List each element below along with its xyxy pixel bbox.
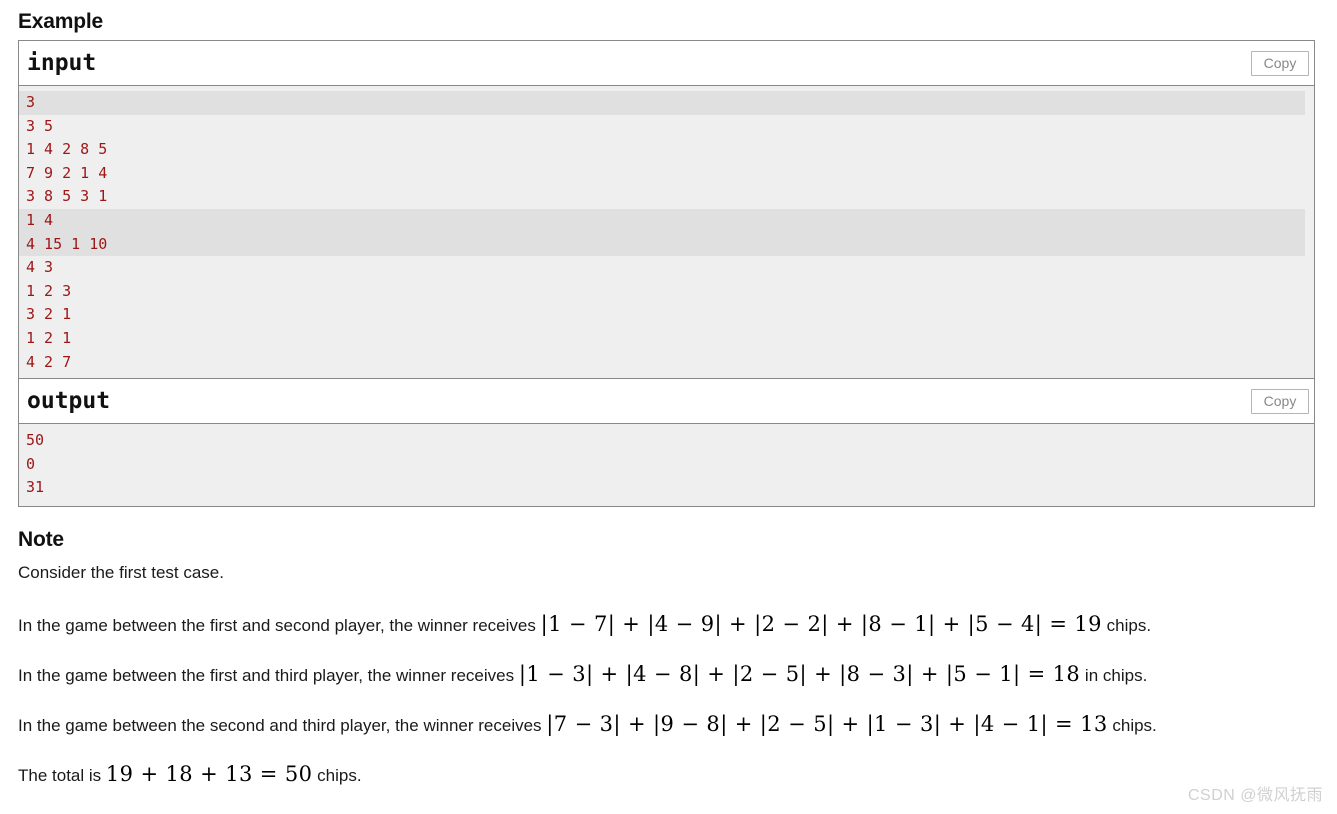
note-total-math: 19 + 18 + 13 = 50 xyxy=(105,762,313,786)
note-paragraph-total: The total is 19 + 18 + 13 = 50 chips. xyxy=(18,762,362,788)
code-line: 4 2 7 xyxy=(19,351,1314,375)
code-line-text: 50 xyxy=(26,431,45,449)
code-line-text: 4 15 1 10 xyxy=(26,234,108,253)
code-line-text: 3 5 xyxy=(26,116,54,135)
sample-output-header: output Copy xyxy=(19,379,1314,424)
code-line: 3 8 5 3 1 xyxy=(19,185,1314,209)
note-paragraph-1-tail: chips. xyxy=(1101,616,1152,635)
note-paragraph-3-lead: In the game between the second and third… xyxy=(18,716,547,735)
sample-input-header: input Copy xyxy=(19,41,1314,86)
code-line: 1 2 1 xyxy=(19,327,1314,351)
note-paragraph-1-lead: In the game between the first and second… xyxy=(18,616,541,635)
code-line: 1 4 xyxy=(19,208,1314,233)
code-line: 7 9 2 1 4 xyxy=(19,162,1314,186)
code-line-text: 4 2 7 xyxy=(26,352,72,371)
sample-test-input: input Copy 3 3 5 1 4 2 8 5 7 9 2 1 4 3 8 5 3… xyxy=(18,40,1315,382)
note-paragraph-2-lead: In the game between the first and third … xyxy=(18,666,519,685)
code-line: 4 15 1 10 xyxy=(19,232,1314,257)
code-line: 3 2 1 xyxy=(19,303,1314,327)
problem-statement-page: Example input Copy 3 3 5 1 4 2 8 5 7 9 2 1 … xyxy=(0,0,1337,814)
copy-input-button[interactable]: Copy xyxy=(1251,51,1309,76)
sample-input-body[interactable]: 3 3 5 1 4 2 8 5 7 9 2 1 4 3 8 5 3 1 1 4 4 15 1… xyxy=(19,86,1314,381)
note-intro-paragraph: Consider the first test case. xyxy=(18,563,224,582)
code-line: 1 2 3 xyxy=(19,280,1314,304)
sample-test-output: output Copy 50 0 31 xyxy=(18,378,1315,507)
note-paragraph-2-tail: in chips. xyxy=(1080,666,1148,685)
code-line: 50 xyxy=(19,429,1314,453)
sample-input-title: input xyxy=(27,50,97,76)
note-total-lead: The total is xyxy=(18,766,106,785)
code-line: 0 xyxy=(19,453,1314,477)
code-line-text: 4 3 xyxy=(26,258,54,277)
sample-output-title: output xyxy=(27,388,111,414)
sample-output-body[interactable]: 50 0 31 xyxy=(19,424,1314,506)
code-line-text: 7 9 2 1 4 xyxy=(26,163,108,182)
code-line-text: 1 2 1 xyxy=(26,328,72,347)
code-line: 3 xyxy=(19,91,1314,115)
note-heading: Note xyxy=(18,528,64,551)
copy-output-button[interactable]: Copy xyxy=(1251,389,1309,414)
code-line-text: 1 4 xyxy=(26,210,54,229)
note-paragraph-1-math: |1 − 7| + |4 − 9| + |2 − 2| + |8 − 1| + … xyxy=(540,612,1102,636)
note-paragraph-3-math: |7 − 3| + |9 − 8| + |2 − 5| + |1 − 3| + … xyxy=(546,712,1108,736)
code-line-text: 3 2 1 xyxy=(26,305,72,324)
note-paragraph-3-tail: chips. xyxy=(1107,716,1157,735)
code-line-text: 3 xyxy=(26,93,36,111)
code-line: 3 5 xyxy=(19,115,1314,139)
note-paragraph-2-math: |1 − 3| + |4 − 8| + |2 − 5| + |8 − 3| + … xyxy=(518,662,1081,686)
code-line-text: 1 2 3 xyxy=(26,281,72,300)
code-line-text: 1 4 2 8 5 xyxy=(26,140,108,159)
code-line: 1 4 2 8 5 xyxy=(19,138,1314,162)
example-heading: Example xyxy=(18,10,103,33)
code-line-text: 3 8 5 3 1 xyxy=(26,187,108,206)
code-line: 31 xyxy=(19,476,1314,500)
code-line-text: 31 xyxy=(26,478,45,497)
note-total-tail: chips. xyxy=(312,766,362,785)
csdn-watermark: CSDN @微风抚雨 xyxy=(1187,787,1323,804)
code-line: 4 3 xyxy=(19,256,1314,280)
note-paragraph-3: In the game between the second and third… xyxy=(18,712,1157,738)
note-paragraph-1: In the game between the first and second… xyxy=(18,612,1151,638)
note-paragraph-2: In the game between the first and third … xyxy=(18,662,1147,688)
code-line-text: 0 xyxy=(26,454,36,473)
